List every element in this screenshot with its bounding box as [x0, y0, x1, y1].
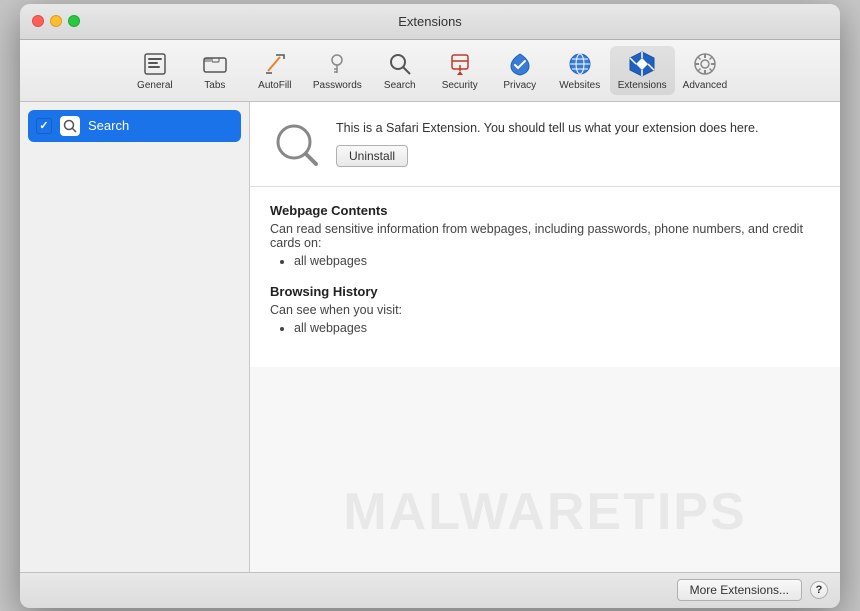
- close-button[interactable]: [32, 15, 44, 27]
- extension-small-icon: [60, 116, 80, 136]
- webpage-contents-item-1: all webpages: [294, 254, 820, 268]
- minimize-button[interactable]: [50, 15, 62, 27]
- webpage-contents-title: Webpage Contents: [270, 203, 820, 218]
- content-area: Search MALWARETIPS This is a Safari Exte…: [20, 102, 840, 572]
- help-button[interactable]: ?: [810, 581, 828, 599]
- toolbar-item-tabs[interactable]: Tabs: [185, 46, 245, 95]
- browsing-history-section: Browsing History Can see when you visit:…: [270, 284, 820, 335]
- toolbar-advanced-label: Advanced: [683, 80, 727, 91]
- extensions-icon: [628, 50, 656, 78]
- more-extensions-button[interactable]: More Extensions...: [677, 579, 802, 601]
- toolbar-item-advanced[interactable]: Advanced: [675, 46, 735, 95]
- advanced-icon: [691, 50, 719, 78]
- toolbar-item-autofill[interactable]: AutoFill: [245, 46, 305, 95]
- toolbar-autofill-label: AutoFill: [258, 80, 291, 91]
- toolbar-search-label: Search: [384, 80, 416, 91]
- webpage-contents-list: all webpages: [270, 254, 820, 268]
- sidebar-ext-label: Search: [88, 118, 129, 133]
- tabs-icon: [201, 50, 229, 78]
- permissions-section: Webpage Contents Can read sensitive info…: [250, 187, 840, 367]
- toolbar-passwords-label: Passwords: [313, 80, 362, 91]
- toolbar-item-passwords[interactable]: Passwords: [305, 46, 370, 95]
- search-toolbar-icon: [386, 50, 414, 78]
- toolbar-item-search[interactable]: Search: [370, 46, 430, 95]
- window-controls: [32, 15, 80, 27]
- websites-icon: [566, 50, 594, 78]
- autofill-icon: [261, 50, 289, 78]
- browsing-history-item-1: all webpages: [294, 321, 820, 335]
- footer: More Extensions... ?: [20, 572, 840, 608]
- extension-checkbox[interactable]: [36, 118, 52, 134]
- webpage-contents-desc: Can read sensitive information from webp…: [270, 222, 820, 250]
- browsing-history-list: all webpages: [270, 321, 820, 335]
- extension-info: This is a Safari Extension. You should t…: [336, 120, 820, 168]
- watermark: MALWARETIPS: [343, 482, 746, 542]
- toolbar: General Tabs AutoFill: [20, 40, 840, 102]
- browsing-history-title: Browsing History: [270, 284, 820, 299]
- extension-description: This is a Safari Extension. You should t…: [336, 120, 820, 138]
- toolbar-item-general[interactable]: General: [125, 46, 185, 95]
- main-panel: MALWARETIPS This is a Safari Extension. …: [250, 102, 840, 572]
- extension-header: This is a Safari Extension. You should t…: [250, 102, 840, 187]
- extensions-sidebar: Search: [20, 102, 250, 572]
- window-title: Extensions: [398, 14, 462, 29]
- toolbar-privacy-label: Privacy: [503, 80, 536, 91]
- extension-big-icon: [270, 118, 322, 170]
- toolbar-general-label: General: [137, 80, 173, 91]
- passwords-icon: [323, 50, 351, 78]
- titlebar: Extensions: [20, 4, 840, 40]
- toolbar-item-websites[interactable]: Websites: [550, 46, 610, 95]
- toolbar-item-security[interactable]: Security: [430, 46, 490, 95]
- maximize-button[interactable]: [68, 15, 80, 27]
- toolbar-tabs-label: Tabs: [204, 80, 225, 91]
- sidebar-item-search-ext[interactable]: Search: [28, 110, 241, 142]
- toolbar-websites-label: Websites: [559, 80, 600, 91]
- toolbar-security-label: Security: [442, 80, 478, 91]
- browsing-history-desc: Can see when you visit:: [270, 303, 820, 317]
- uninstall-button[interactable]: Uninstall: [336, 145, 408, 167]
- toolbar-extensions-label: Extensions: [618, 80, 667, 91]
- general-icon: [141, 50, 169, 78]
- webpage-contents-section: Webpage Contents Can read sensitive info…: [270, 203, 820, 268]
- security-icon: [446, 50, 474, 78]
- toolbar-item-privacy[interactable]: Privacy: [490, 46, 550, 95]
- privacy-icon: [506, 50, 534, 78]
- toolbar-item-extensions[interactable]: Extensions: [610, 46, 675, 95]
- app-window: Extensions General: [20, 4, 840, 608]
